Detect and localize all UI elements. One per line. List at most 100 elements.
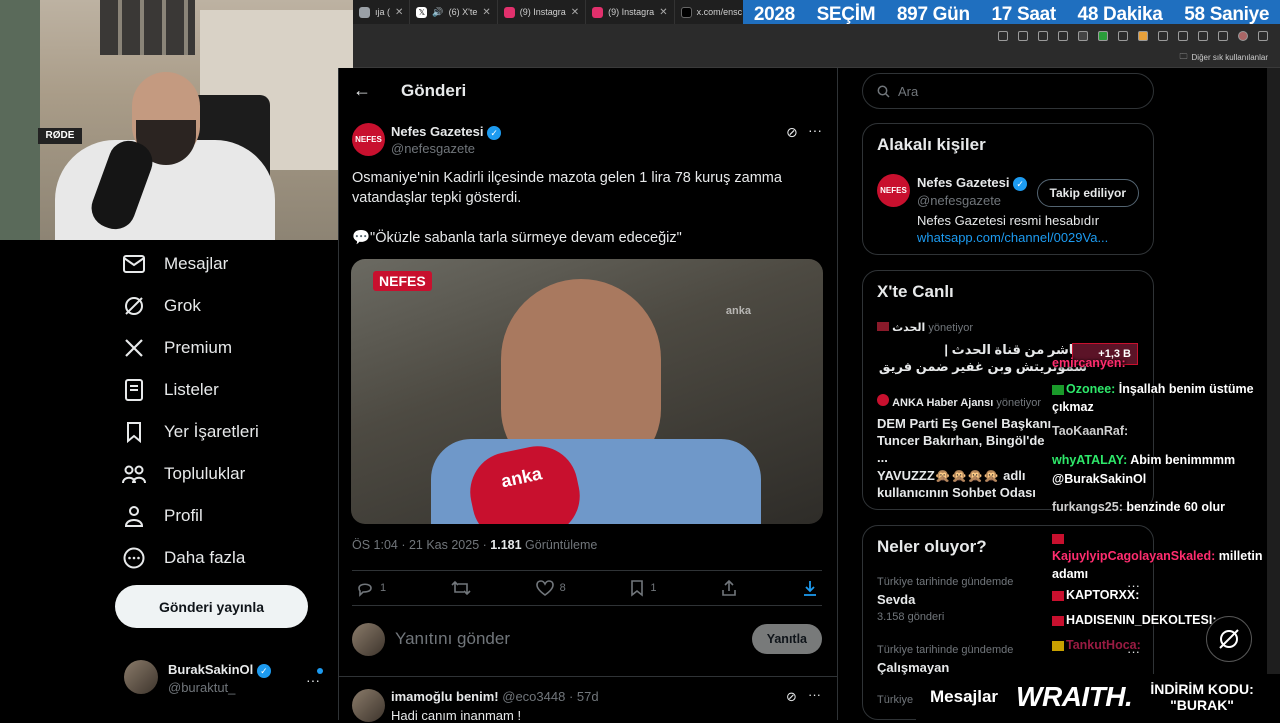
more-dots-icon[interactable]: ··· [306, 672, 320, 688]
extension-icon[interactable] [1138, 31, 1148, 41]
extension-icon[interactable] [1098, 31, 1108, 41]
avatar[interactable]: NEFES [877, 174, 910, 207]
more-options-icon[interactable]: ··· [808, 687, 821, 702]
nav-item-premium[interactable]: Premium [122, 336, 232, 360]
close-tab-icon[interactable]: ✕ [659, 7, 667, 18]
collections-icon[interactable] [1198, 31, 1208, 41]
zoom-icon[interactable] [1018, 31, 1028, 41]
post-text-line: 💬"Öküzle sabanla tarla sürmeye devam ede… [352, 230, 682, 246]
chat-badge-icon [1052, 590, 1064, 601]
nav-label: Premium [164, 338, 233, 357]
author-name[interactable]: Nefes Gazetesi [391, 124, 484, 139]
close-tab-icon[interactable]: ✕ [395, 7, 403, 18]
copilot-icon[interactable] [1218, 31, 1228, 41]
verified-badge-icon: ✓ [487, 125, 502, 140]
related-link[interactable]: whatsapp.com/channel/0029Va... [917, 230, 1108, 245]
promo-line: İNDİRİM KODU: [1150, 681, 1254, 697]
share-icon [722, 579, 737, 596]
post-timestamp[interactable]: ÖS 1:04 · 21 Kas 2025 [352, 538, 479, 552]
live-item[interactable]: DEM Parti Eş Genel Başkanı Tuncer Bakırh… [877, 415, 1057, 466]
author-avatar[interactable]: NEFES [352, 123, 385, 156]
post-video[interactable]: NEFES anka anka [351, 259, 823, 524]
favorites-icon[interactable] [1178, 31, 1188, 41]
bookmarks-folder[interactable]: Diğer sık kullanılanlar [1192, 53, 1268, 62]
tab-label: (9) Instagra [608, 7, 655, 17]
comment-item[interactable]: imamoğlu benim! @eco3448 · 57d Hadi canı… [338, 676, 838, 723]
close-tab-icon[interactable]: ✕ [482, 7, 490, 18]
more-options-icon[interactable]: ··· [808, 122, 822, 138]
bookmark-count: 1 [650, 582, 657, 594]
chat-user: TankutHoca: [1066, 638, 1141, 652]
nav-label: Listeler [164, 380, 219, 399]
repost-action[interactable] [451, 579, 471, 597]
trend-name[interactable]: Çalışmayan [877, 660, 949, 675]
read-aloud-icon[interactable] [1038, 31, 1048, 41]
live-item[interactable]: YAVUZZZ🙊🙊🙊🙊 adlı kullanıcının Sohbet Oda… [877, 467, 1057, 501]
messages-drawer[interactable]: Mesajlar WRAITH. İNDİRİM KODU: "BURAK" [916, 674, 1280, 720]
reply-input[interactable]: Yanıtını gönder [395, 629, 510, 649]
chat-user: TaoKaanRaf: [1052, 424, 1129, 438]
chat-badge-icon [1052, 384, 1064, 395]
comment-author[interactable]: imamoğlu benim! [391, 689, 499, 704]
account-handle: @buraktut_ [168, 680, 236, 695]
reply-button[interactable]: Yanıtla [751, 624, 822, 654]
nav-item-communities[interactable]: Topluluklar [122, 462, 245, 486]
search-input[interactable]: Ara [898, 84, 918, 99]
messages-drawer-label[interactable]: Mesajlar [930, 687, 998, 707]
chat-line: Ozonee: İnşallah benim üstüme çıkmaz [1052, 380, 1280, 416]
search-bar[interactable]: Ara [862, 73, 1154, 109]
reply-action[interactable]: 1 [356, 579, 386, 597]
author-name-row: Nefes Gazetesi ✓ [391, 124, 502, 140]
trend-name[interactable]: Sevda [877, 592, 915, 607]
extension-icon[interactable] [998, 31, 1008, 41]
live-host: ANKA Haber Ajansı [892, 397, 994, 409]
back-arrow-icon[interactable]: ← [353, 80, 371, 101]
close-tab-icon[interactable]: ✕ [571, 7, 579, 18]
live-host-row: الحدث yönetiyor [877, 321, 973, 334]
browser-tab[interactable]: (9) Instagra ✕ [586, 0, 675, 24]
chat-user: furkangs25: [1052, 500, 1123, 514]
profile-avatar-icon[interactable] [1238, 31, 1248, 41]
nav-item-bookmarks[interactable]: Yer İşaretleri [122, 420, 259, 444]
extension-icon[interactable] [1078, 31, 1088, 41]
download-action[interactable] [802, 579, 818, 597]
split-screen-icon[interactable] [1158, 31, 1168, 41]
chat-badge-icon [1052, 615, 1064, 626]
heart-icon [535, 580, 554, 596]
browser-toolbar [353, 24, 1280, 48]
grok-explain-icon[interactable]: ⊘ [786, 689, 797, 705]
share-action[interactable] [721, 579, 737, 597]
nav-item-more[interactable]: Daha fazla [122, 546, 245, 570]
chat-user: HADISENIN_DEKOLTESI: [1066, 613, 1217, 627]
following-button[interactable]: Takip ediliyor [1036, 179, 1139, 207]
instagram-favicon-icon [503, 6, 515, 18]
post-text: Osmaniye'nin Kadirli ilçesinde mazota ge… [352, 168, 812, 248]
chat-line: @BurakSakinOl [1052, 472, 1146, 486]
video-watermark: anka [725, 305, 751, 317]
nav-item-messages[interactable]: Mesajlar [122, 252, 228, 276]
bookmark-action[interactable]: 1 [630, 579, 657, 597]
nav-item-lists[interactable]: Listeler [122, 378, 219, 402]
grok-floating-button[interactable] [1206, 616, 1252, 662]
view-count: 1.181 [490, 538, 522, 552]
favorite-star-icon[interactable] [1058, 31, 1068, 41]
trend-count: 3.158 gönderi [877, 611, 945, 623]
extension-icon[interactable] [1118, 31, 1128, 41]
nav-item-grok[interactable]: Grok [122, 294, 201, 318]
menu-icon[interactable] [1258, 31, 1268, 41]
countdown-seconds: 58 Saniye [1184, 3, 1270, 25]
like-action[interactable]: 8 [535, 579, 566, 597]
browser-tab[interactable]: 𝕏 🔊 (6) X'te ✕ [410, 0, 498, 24]
speaker-icon[interactable]: 🔊 [432, 7, 443, 18]
author-handle[interactable]: @nefesgazete [391, 141, 475, 156]
browser-tab[interactable]: (9) Instagra ✕ [498, 0, 587, 24]
nav-item-profile[interactable]: Profil [122, 504, 203, 528]
browser-tab[interactable]: ıja (✕ [353, 0, 411, 24]
grok-explain-icon[interactable]: ⊘ [786, 124, 798, 141]
tab-label: (6) X'te [448, 7, 478, 17]
account-switcher[interactable]: BurakSakinOl ✓ @buraktut_ ··· [124, 660, 324, 700]
countdown-event: SEÇİM [816, 3, 876, 25]
related-name[interactable]: Nefes Gazetesi [917, 175, 1010, 190]
post-button[interactable]: Gönderi yayınla [115, 585, 308, 628]
browser-tab[interactable]: x.com/ensc✕ [675, 0, 743, 24]
